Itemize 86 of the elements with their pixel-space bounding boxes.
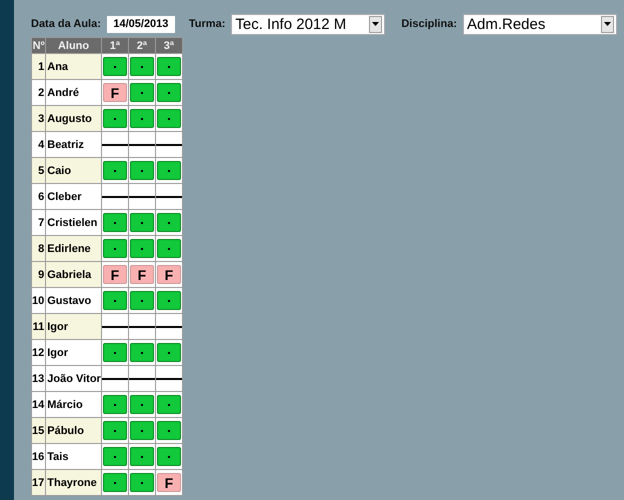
present-button[interactable]	[156, 447, 181, 466]
row-number: 5	[32, 158, 46, 184]
present-button[interactable]	[102, 395, 127, 414]
present-button[interactable]	[156, 161, 181, 180]
present-button[interactable]	[130, 109, 154, 128]
present-button[interactable]	[130, 395, 154, 414]
row-number: 9	[32, 262, 46, 288]
row-number: 15	[32, 418, 46, 444]
date-label: Data da Aula:	[31, 18, 101, 30]
present-button[interactable]	[102, 213, 127, 232]
student-name: Gabriela	[46, 262, 102, 288]
student-name: Cleber	[46, 184, 102, 210]
present-button[interactable]	[102, 239, 127, 258]
student-name: André	[46, 80, 102, 106]
row-number: 2	[32, 80, 46, 106]
present-button[interactable]	[102, 57, 127, 76]
present-button[interactable]	[130, 239, 154, 258]
row-number: 14	[32, 392, 46, 418]
present-button[interactable]	[130, 421, 154, 440]
present-button[interactable]	[156, 291, 181, 310]
present-button[interactable]	[102, 161, 127, 180]
row-number: 7	[32, 210, 46, 236]
row-number: 11	[32, 314, 46, 340]
student-name: Edirlene	[46, 236, 102, 262]
row-number: 13	[32, 366, 46, 392]
row-number: 4	[32, 132, 46, 158]
student-name: Tais	[46, 444, 102, 470]
absent-button[interactable]: F	[102, 265, 127, 284]
present-button[interactable]	[156, 109, 181, 128]
student-name: João Vitor	[46, 366, 102, 392]
present-button[interactable]	[156, 421, 181, 440]
present-button[interactable]	[156, 239, 181, 258]
row-number: 3	[32, 106, 46, 132]
column-header: Nº	[32, 38, 46, 54]
subject-dropdown[interactable]: Adm.Redes	[462, 14, 617, 34]
student-name: Igor	[46, 314, 102, 340]
column-header: 1ª	[101, 38, 128, 54]
column-header: Aluno	[46, 38, 102, 54]
student-name: Gustavo	[46, 288, 102, 314]
student-name: Igor	[46, 340, 102, 366]
present-button[interactable]	[130, 473, 154, 492]
present-button[interactable]	[130, 343, 154, 362]
student-name: Beatriz	[46, 132, 102, 158]
present-button[interactable]	[102, 291, 127, 310]
present-button[interactable]	[156, 57, 181, 76]
student-name: Ana	[46, 54, 102, 80]
present-button[interactable]	[102, 109, 127, 128]
present-button[interactable]	[156, 343, 181, 362]
absent-button[interactable]: F	[156, 473, 181, 492]
present-button[interactable]	[102, 421, 127, 440]
row-number: 16	[32, 444, 46, 470]
row-number: 6	[32, 184, 46, 210]
present-button[interactable]	[156, 213, 181, 232]
row-number: 8	[32, 236, 46, 262]
absent-button[interactable]: F	[156, 265, 181, 284]
class-dropdown[interactable]: Tec. Info 2012 M	[231, 14, 386, 34]
present-button[interactable]	[130, 57, 154, 76]
caret-icon	[372, 22, 380, 26]
row-number: 12	[32, 340, 46, 366]
student-name: Caio	[46, 158, 102, 184]
present-button[interactable]	[102, 473, 127, 492]
present-button[interactable]	[130, 447, 154, 466]
date-field[interactable]: 14/05/2013	[106, 16, 175, 32]
row-number: 1	[32, 54, 46, 80]
absent-button[interactable]: F	[102, 83, 127, 102]
present-button[interactable]	[156, 395, 181, 414]
present-button[interactable]	[102, 343, 127, 362]
row-number: 10	[32, 288, 46, 314]
absent-button[interactable]: F	[130, 265, 154, 284]
present-button[interactable]	[130, 291, 154, 310]
present-button[interactable]	[156, 83, 181, 102]
student-name: Thayrone	[46, 470, 102, 496]
student-name: Augusto	[46, 106, 102, 132]
row-number: 17	[32, 470, 46, 496]
caret-icon	[604, 22, 611, 26]
present-button[interactable]	[130, 161, 154, 180]
student-name: Pábulo	[46, 418, 102, 444]
column-header: 3ª	[155, 38, 182, 54]
student-name: Cristielen	[46, 210, 102, 236]
column-header: 2ª	[128, 38, 156, 54]
present-button[interactable]	[102, 447, 127, 466]
class-label: Turma:	[188, 18, 226, 30]
present-button[interactable]	[130, 213, 154, 232]
present-button[interactable]	[130, 83, 154, 102]
student-name: Márcio	[46, 392, 102, 418]
subject-label: Disciplina:	[401, 18, 457, 30]
